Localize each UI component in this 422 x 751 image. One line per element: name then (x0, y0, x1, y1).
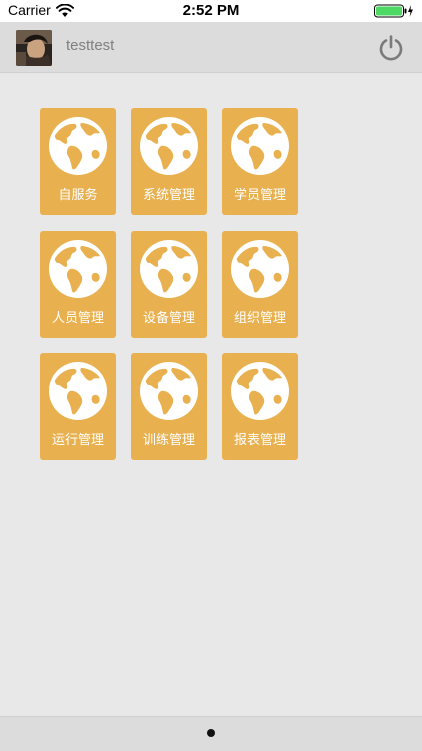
menu-tile-self-service[interactable]: 自服务 (40, 108, 116, 215)
menu-tile-operations-management[interactable]: 运行管理 (40, 353, 116, 460)
menu-tile-label: 系统管理 (142, 188, 195, 203)
menu-tile-report-management[interactable]: 报表管理 (222, 353, 298, 460)
menu-tile-label: 学员管理 (233, 188, 286, 203)
menu-tile-student-management[interactable]: 学员管理 (222, 108, 298, 215)
globe-icon (140, 362, 198, 420)
menu-tile-label: 报表管理 (233, 433, 286, 448)
menu-tile-label: 运行管理 (51, 433, 104, 448)
globe-icon (231, 240, 289, 298)
menu-tile-equipment-management[interactable]: 设备管理 (131, 231, 207, 338)
status-time: 2:52 PM (182, 2, 240, 19)
bottom-bar (0, 716, 422, 751)
globe-icon (140, 117, 198, 175)
menu-tile-organization-management[interactable]: 组织管理 (222, 231, 298, 338)
menu-tile-label: 自服务 (58, 188, 98, 203)
menu-tile-label: 训练管理 (142, 433, 195, 448)
battery-charging-icon (374, 4, 413, 18)
power-icon (379, 35, 403, 61)
menu-tile-label: 设备管理 (142, 311, 195, 326)
globe-icon (49, 240, 107, 298)
globe-icon (231, 362, 289, 420)
logout-button[interactable] (376, 33, 406, 63)
app-header: testtest (0, 22, 422, 73)
menu-tile-label: 组织管理 (233, 311, 286, 326)
username-label: testtest (66, 37, 115, 54)
menu-tile-label: 人员管理 (51, 311, 104, 326)
globe-icon (140, 240, 198, 298)
avatar-photo (16, 30, 52, 66)
menu-tile-system-management[interactable]: 系统管理 (131, 108, 207, 215)
globe-icon (49, 362, 107, 420)
avatar[interactable] (16, 30, 52, 66)
globe-icon (49, 117, 107, 175)
page-indicator-dot[interactable] (207, 729, 215, 737)
status-bar: Carrier 2:52 PM (0, 0, 422, 22)
menu-tile-training-management[interactable]: 训练管理 (131, 353, 207, 460)
menu-tile-personnel-management[interactable]: 人员管理 (40, 231, 116, 338)
globe-icon (231, 117, 289, 175)
